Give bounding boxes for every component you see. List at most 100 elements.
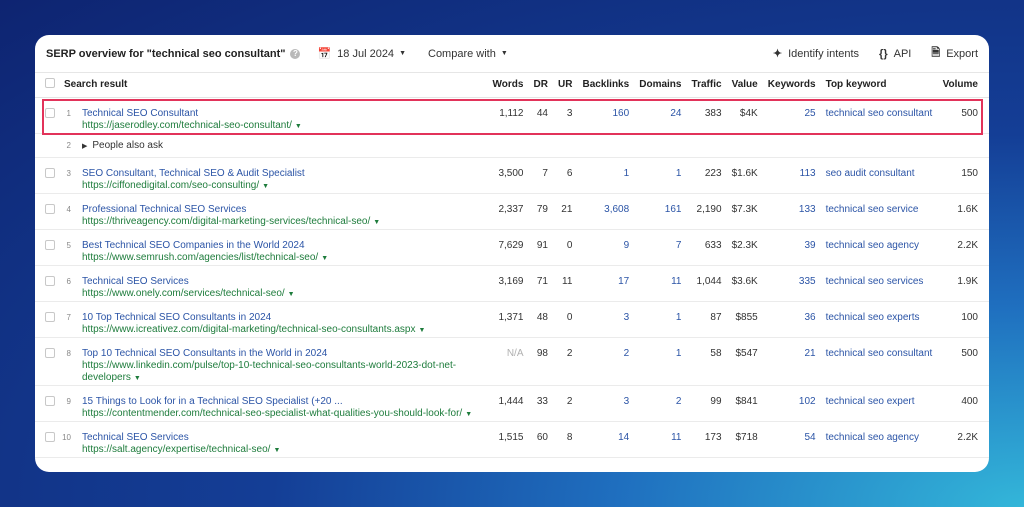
top-keyword[interactable]: technical seo agency (820, 229, 938, 266)
top-keyword[interactable]: technical seo service (820, 193, 938, 230)
result-url[interactable]: https://www.icreativez.com/digital-marke… (82, 324, 415, 335)
chevron-down-icon[interactable]: ▼ (418, 327, 425, 334)
domains[interactable]: 161 (634, 193, 687, 230)
traffic: 58 (686, 337, 727, 386)
result-url[interactable]: https://www.semrush.com/agencies/list/te… (82, 252, 318, 263)
backlinks[interactable]: 14 (577, 421, 635, 458)
result-url[interactable]: https://salt.agency/expertise/technical-… (82, 444, 270, 455)
col-top-keyword[interactable]: Top keyword (820, 73, 938, 98)
top-keyword[interactable]: seo audit consultant (820, 157, 938, 194)
chevron-down-icon[interactable]: ▼ (288, 291, 295, 298)
people-also-ask-row[interactable]: 2 ▶ People also ask (35, 133, 989, 158)
row-checkbox[interactable] (45, 239, 55, 250)
result-url[interactable]: https://contentmender.com/technical-seo-… (82, 408, 462, 419)
result-title[interactable]: Technical SEO Services (82, 432, 483, 444)
people-also-ask[interactable]: ▶ People also ask (77, 133, 989, 158)
col-value[interactable]: Value (726, 73, 763, 98)
result-cell: Technical SEO Consultant https://jaserod… (77, 97, 488, 134)
position: 8 (59, 337, 77, 386)
result-title[interactable]: 15 Things to Look for in a Technical SEO… (82, 396, 483, 408)
top-keyword[interactable]: technical seo expert (820, 385, 938, 422)
col-volume[interactable]: Volume (937, 73, 989, 98)
result-cell: Technical SEO Services https://salt.agen… (77, 421, 488, 458)
result-title[interactable]: Best Technical SEO Companies in the Worl… (82, 240, 483, 252)
api-button[interactable]: {} API (879, 48, 911, 60)
backlinks[interactable]: 9 (577, 229, 635, 266)
col-search-result[interactable]: Search result (59, 73, 488, 98)
row-checkbox[interactable] (45, 275, 55, 286)
col-dr[interactable]: DR (528, 73, 553, 98)
keywords[interactable]: 39 (762, 229, 821, 266)
result-title[interactable]: Top 10 Technical SEO Consultants in the … (82, 348, 483, 360)
chevron-down-icon[interactable]: ▼ (262, 183, 269, 190)
question-icon[interactable]: ? (290, 48, 301, 59)
row-checkbox[interactable] (45, 395, 55, 406)
row-checkbox[interactable] (45, 167, 55, 178)
chevron-down-icon[interactable]: ▼ (273, 447, 280, 454)
identify-intents-button[interactable]: ✦ Identify intents (773, 47, 859, 61)
keywords[interactable]: 25 (762, 97, 821, 134)
domains[interactable]: 1 (634, 157, 687, 194)
chevron-down-icon[interactable]: ▼ (465, 411, 472, 418)
keywords[interactable]: 133 (762, 193, 821, 230)
select-all-checkbox[interactable] (45, 78, 55, 89)
domains[interactable]: 1 (634, 337, 687, 386)
keywords[interactable]: 21 (762, 337, 821, 386)
keywords[interactable]: 36 (762, 301, 821, 338)
domains[interactable]: 24 (634, 97, 687, 134)
backlinks[interactable]: 1 (577, 157, 635, 194)
chevron-down-icon[interactable]: ▼ (373, 219, 380, 226)
top-keyword[interactable]: technical seo agency (820, 421, 938, 458)
chevron-down-icon[interactable]: ▼ (321, 255, 328, 262)
result-title[interactable]: Professional Technical SEO Services (82, 204, 483, 216)
result-url[interactable]: https://www.onely.com/services/technical… (82, 288, 285, 299)
chevron-down-icon[interactable]: ▼ (295, 123, 302, 130)
keywords[interactable]: 54 (762, 421, 821, 458)
backlinks[interactable]: 3 (577, 301, 635, 338)
value: $1.6K (726, 157, 763, 194)
keywords[interactable]: 335 (762, 265, 821, 302)
col-domains[interactable]: Domains (634, 73, 687, 98)
row-checkbox[interactable] (45, 203, 55, 214)
chevron-down-icon[interactable]: ▼ (134, 375, 141, 382)
backlinks[interactable]: 160 (577, 97, 635, 134)
result-title[interactable]: Technical SEO Services (82, 276, 483, 288)
result-title[interactable]: Technical SEO Consultant (82, 108, 483, 120)
col-traffic[interactable]: Traffic (686, 73, 727, 98)
compare-with-dropdown[interactable]: Compare with ▼ (428, 48, 508, 60)
backlinks[interactable]: 3,608 (577, 193, 635, 230)
top-keyword[interactable]: technical seo services (820, 265, 938, 302)
backlinks[interactable]: 2 (577, 337, 635, 386)
result-url[interactable]: https://jaserodley.com/technical-seo-con… (82, 120, 292, 131)
backlinks[interactable]: 17 (577, 265, 635, 302)
keywords[interactable]: 102 (762, 385, 821, 422)
col-ur[interactable]: UR (552, 73, 578, 98)
row-checkbox[interactable] (45, 431, 55, 442)
backlinks[interactable]: 3 (577, 385, 635, 422)
domains[interactable]: 2 (634, 385, 687, 422)
result-url[interactable]: https://ciffonedigital.com/seo-consultin… (82, 180, 259, 191)
keywords[interactable]: 113 (762, 157, 821, 194)
col-words[interactable]: Words (487, 73, 529, 98)
result-cell: 10 Top Technical SEO Consultants in 2024… (77, 301, 488, 338)
result-title[interactable]: SEO Consultant, Technical SEO & Audit Sp… (82, 168, 483, 180)
col-backlinks[interactable]: Backlinks (577, 73, 635, 98)
top-keyword[interactable]: technical seo experts (820, 301, 938, 338)
export-button[interactable]: 🗎 Export (931, 44, 978, 63)
row-checkbox[interactable] (45, 347, 55, 358)
words: N/A (487, 337, 529, 386)
col-keywords[interactable]: Keywords (762, 73, 821, 98)
date-selector[interactable]: 📅 18 Jul 2024 ▼ (300, 47, 406, 61)
result-title[interactable]: 10 Top Technical SEO Consultants in 2024 (82, 312, 483, 324)
row-checkbox[interactable] (45, 107, 55, 118)
serp-table: Search result Words DR UR Backlinks Doma… (35, 73, 989, 458)
domains[interactable]: 1 (634, 301, 687, 338)
top-keyword[interactable]: technical seo consultant (820, 337, 938, 386)
row-checkbox[interactable] (45, 311, 55, 322)
dr: 44 (528, 97, 553, 134)
domains[interactable]: 11 (634, 421, 687, 458)
domains[interactable]: 11 (634, 265, 687, 302)
top-keyword[interactable]: technical seo consultant (820, 97, 938, 134)
domains[interactable]: 7 (634, 229, 687, 266)
result-url[interactable]: https://thriveagency.com/digital-marketi… (82, 216, 370, 227)
